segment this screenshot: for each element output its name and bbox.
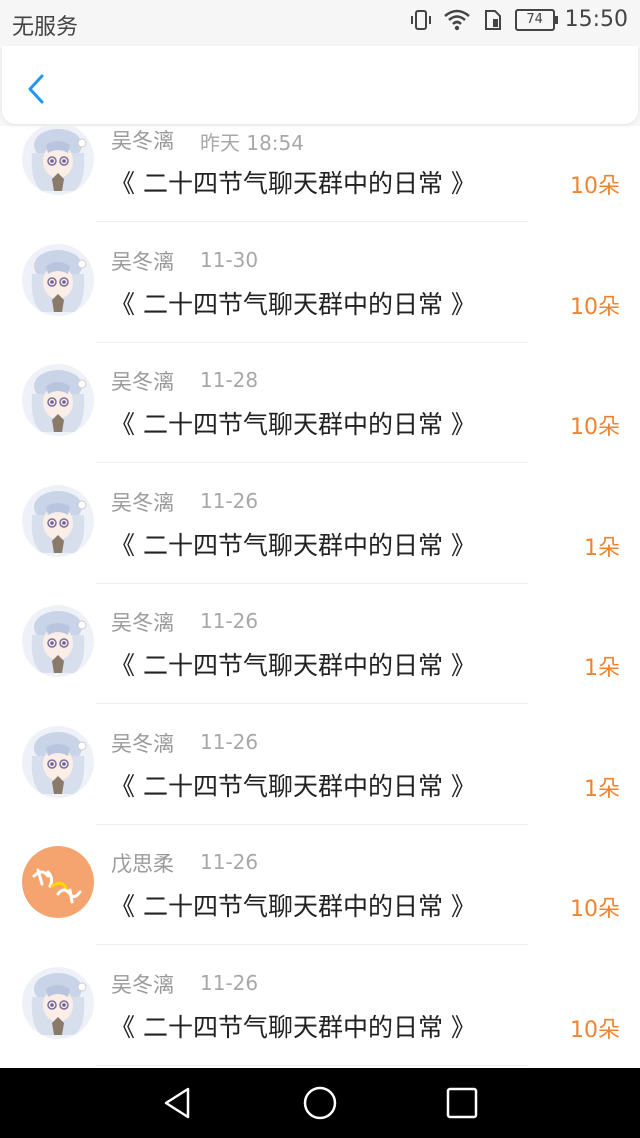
- flower-amount: 1朵: [584, 656, 620, 681]
- divider: [96, 823, 528, 825]
- divider: [96, 1064, 528, 1066]
- user-name: 吴冬漓: [111, 611, 174, 635]
- divider: [96, 462, 528, 463]
- list-item[interactable]: 吴冬漓 11-26 《 二十四节气聊天群中的日常 》 10朵: [0, 955, 640, 1069]
- avatar[interactable]: [22, 126, 94, 195]
- flower-amount: 1朵: [584, 535, 620, 561]
- avatar[interactable]: [22, 243, 94, 316]
- timestamp: 11-30: [200, 247, 259, 272]
- list-item[interactable]: 吴冬漓 11-28 《 二十四节气聊天群中的日常 》 10朵: [0, 352, 640, 472]
- user-name: 吴冬漓: [111, 249, 174, 274]
- nav-back-button[interactable]: [160, 1085, 196, 1121]
- user-name: 吴冬漓: [111, 972, 174, 997]
- triangle-back-icon: [164, 1087, 190, 1119]
- list-item[interactable]: 吴冬漓 11-26 《 二十四节气聊天群中的日常 》 1朵: [0, 593, 640, 713]
- battery-icon: 74: [514, 8, 558, 31]
- divider: [96, 582, 528, 584]
- circle-home-icon: [303, 1086, 337, 1120]
- navigation-bar: [0, 1068, 640, 1138]
- avatar[interactable]: [22, 605, 94, 677]
- list-item[interactable]: 吴冬漓 11-30 《 二十四节气聊天群中的日常 》 10朵: [0, 232, 640, 352]
- user-name: 吴冬漓: [111, 731, 174, 756]
- header-card: [2, 46, 638, 124]
- reward-list: 吴冬漓 昨天 18:54 《 二十四节气聊天群中的日常 》 10朵 吴冬漓 11-30 《 …: [0, 126, 640, 1068]
- timestamp: 11-26: [200, 970, 259, 995]
- timestamp: 11-26: [200, 850, 259, 874]
- avatar[interactable]: [22, 846, 94, 918]
- divider: [96, 341, 528, 343]
- avatar[interactable]: [22, 966, 94, 1039]
- timestamp: 11-26: [200, 729, 259, 754]
- work-title[interactable]: 《 二十四节气聊天群中的日常 》: [110, 1008, 476, 1044]
- avatar[interactable]: [22, 364, 94, 436]
- user-name: 戊思柔: [111, 852, 174, 876]
- timestamp: 11-28: [200, 368, 259, 392]
- back-button[interactable]: [22, 72, 54, 106]
- divider: [96, 703, 528, 704]
- status-bar: 无服务 74 15:50: [0, 0, 640, 44]
- work-title[interactable]: 《 二十四节气聊天群中的日常 》: [110, 646, 476, 682]
- user-name: 吴冬漓: [111, 129, 174, 153]
- list-item[interactable]: 戊思柔 11-26 《 二十四节气聊天群中的日常 》 10朵: [0, 834, 640, 954]
- divider: [96, 944, 528, 945]
- list-item[interactable]: 吴冬漓 昨天 18:54 《 二十四节气聊天群中的日常 》 10朵: [0, 126, 640, 231]
- carrier-label: 无服务: [12, 15, 79, 40]
- sim-icon: [481, 8, 505, 32]
- list-item[interactable]: 吴冬漓 11-26 《 二十四节气聊天群中的日常 》 1朵: [0, 473, 640, 593]
- work-title[interactable]: 《 二十四节气聊天群中的日常 》: [110, 405, 476, 441]
- flower-amount: 10朵: [570, 897, 620, 922]
- flower-amount: 10朵: [570, 174, 620, 199]
- flower-amount: 10朵: [570, 1017, 620, 1043]
- flower-amount: 10朵: [570, 294, 620, 320]
- work-title[interactable]: 《 二十四节气聊天群中的日常 》: [110, 767, 476, 803]
- wifi-icon: [443, 8, 471, 32]
- user-name: 吴冬漓: [111, 370, 174, 394]
- avatar[interactable]: [22, 725, 94, 798]
- square-recents-icon: [446, 1087, 478, 1119]
- work-title[interactable]: 《 二十四节气聊天群中的日常 》: [110, 164, 476, 200]
- header: [0, 44, 640, 126]
- timestamp: 11-26: [200, 609, 259, 633]
- avatar[interactable]: [22, 484, 94, 557]
- status-icons: 74 15:50: [409, 7, 628, 32]
- list-item[interactable]: 吴冬漓 11-26 《 二十四节气聊天群中的日常 》 1朵: [0, 714, 640, 834]
- work-title[interactable]: 《 二十四节气聊天群中的日常 》: [110, 285, 476, 321]
- nav-home-button[interactable]: [302, 1085, 338, 1121]
- clock: 15:50: [564, 7, 628, 32]
- flower-amount: 10朵: [570, 415, 620, 440]
- flower-amount: 1朵: [584, 776, 620, 802]
- timestamp: 11-26: [200, 488, 259, 513]
- vibrate-icon: [409, 8, 433, 32]
- user-name: 吴冬漓: [111, 490, 174, 515]
- nav-recents-button[interactable]: [444, 1085, 480, 1121]
- chevron-left-icon: [28, 74, 44, 104]
- work-title[interactable]: 《 二十四节气聊天群中的日常 》: [110, 887, 476, 923]
- divider: [96, 221, 528, 222]
- work-title[interactable]: 《 二十四节气聊天群中的日常 》: [110, 526, 476, 562]
- timestamp: 昨天 18:54: [200, 131, 304, 155]
